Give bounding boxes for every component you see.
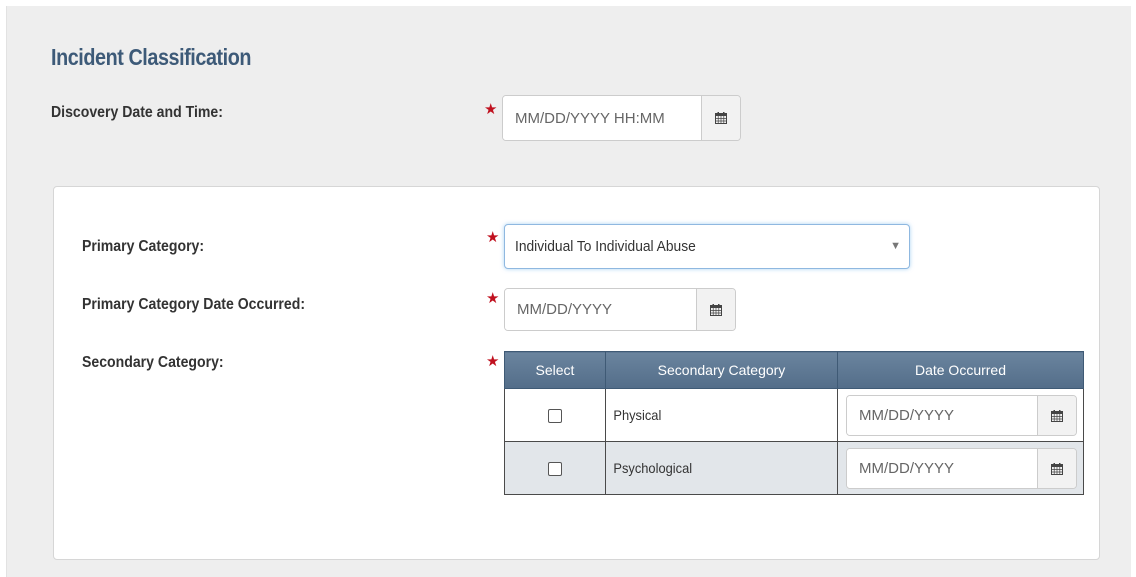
discovery-date-label: Discovery Date and Time:: [51, 104, 223, 121]
row-select-checkbox[interactable]: [548, 462, 562, 477]
calendar-icon: [1051, 462, 1063, 475]
primary-category-selected-value: Individual To Individual Abuse: [515, 238, 696, 255]
row-date-field: [846, 448, 1077, 489]
category-cell: Psychological: [605, 441, 838, 495]
calendar-icon: [1051, 409, 1063, 422]
select-cell: [504, 441, 606, 495]
incident-classification-page: Incident Classification Discovery Date a…: [6, 6, 1131, 577]
column-header-date-occurred: Date Occurred: [837, 351, 1084, 389]
calendar-icon: [715, 112, 727, 124]
primary-calendar-button[interactable]: [696, 289, 735, 330]
category-name: Physical: [613, 407, 662, 423]
primary-category-select[interactable]: Individual To Individual Abuse ▼: [504, 224, 910, 269]
column-header-secondary-category: Secondary Category: [605, 351, 838, 389]
discovery-date-input[interactable]: [503, 96, 701, 140]
row-date-field: [846, 395, 1077, 436]
primary-category-label: Primary Category:: [82, 238, 205, 255]
date-cell: [837, 441, 1084, 495]
required-asterisk-icon: ★: [486, 229, 500, 246]
row-select-checkbox[interactable]: [548, 409, 562, 424]
section-title: Incident Classification: [51, 44, 252, 70]
required-asterisk-icon: ★: [486, 290, 500, 307]
category-cell: Physical: [605, 388, 838, 442]
table-row: Psychological: [504, 441, 1084, 495]
row-date-input[interactable]: [847, 449, 1037, 488]
required-asterisk-icon: ★: [484, 101, 498, 118]
row-calendar-button[interactable]: [1037, 449, 1076, 488]
table-header-row: Select Secondary Category Date Occurred: [504, 351, 1084, 389]
discovery-date-field: [502, 95, 741, 141]
required-asterisk-icon: ★: [486, 353, 500, 370]
secondary-category-table: Select Secondary Category Date Occurred …: [504, 351, 1084, 495]
table-row: Physical: [504, 388, 1084, 442]
primary-date-input[interactable]: [505, 289, 696, 330]
date-cell: [837, 388, 1084, 442]
discovery-calendar-button[interactable]: [701, 96, 740, 140]
secondary-category-label: Secondary Category:: [82, 354, 224, 371]
chevron-down-icon: ▼: [890, 240, 901, 252]
select-cell: [504, 388, 606, 442]
calendar-icon: [710, 303, 722, 316]
row-date-input[interactable]: [847, 396, 1037, 435]
category-name: Psychological: [613, 460, 693, 476]
primary-date-label: Primary Category Date Occurred:: [82, 296, 306, 313]
column-header-select: Select: [504, 351, 606, 389]
row-calendar-button[interactable]: [1037, 396, 1076, 435]
primary-date-field: [504, 288, 736, 331]
